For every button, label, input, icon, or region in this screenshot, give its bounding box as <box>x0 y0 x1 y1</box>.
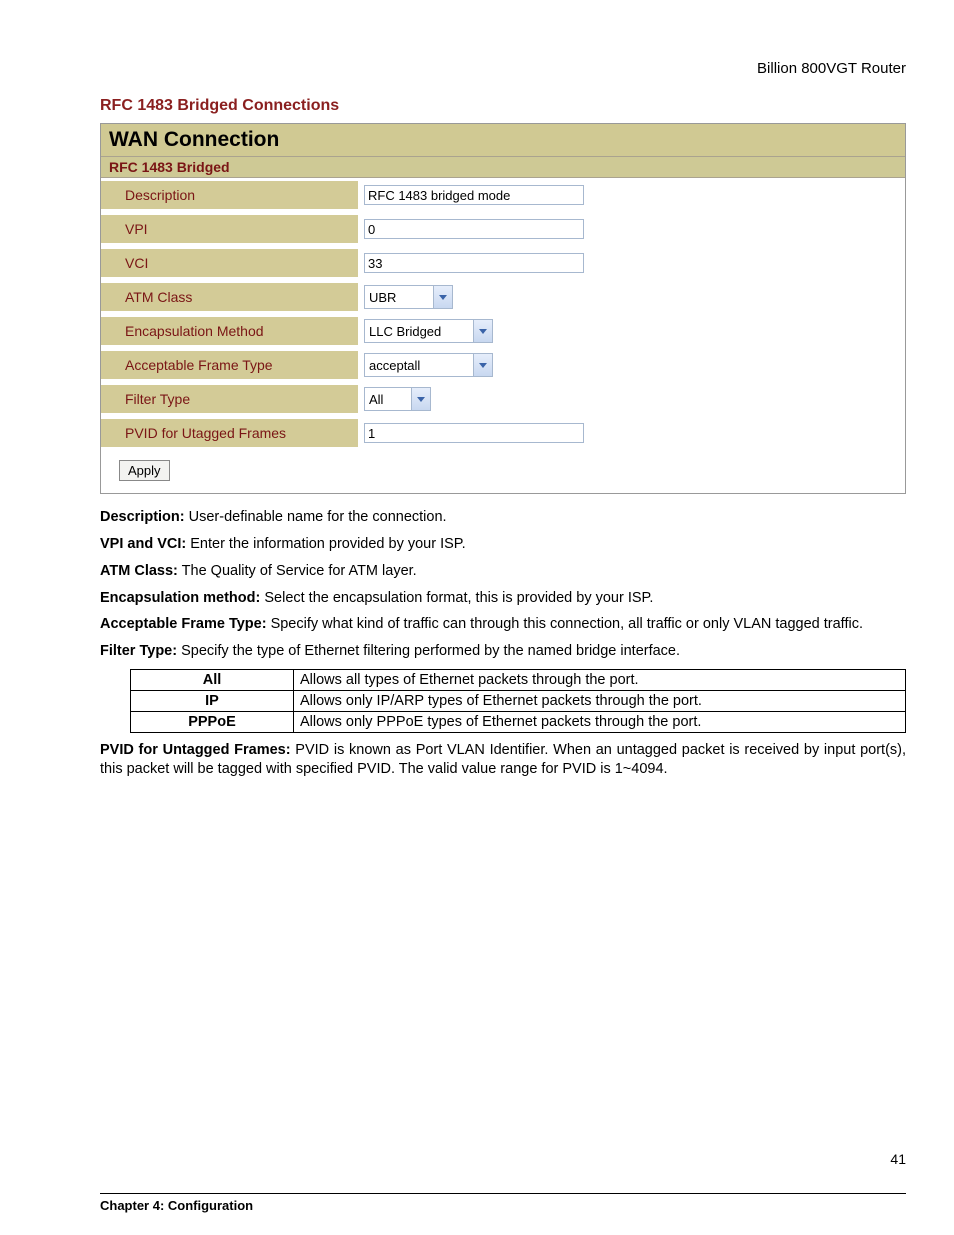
label-frame-type: Acceptable Frame Type <box>101 357 358 373</box>
desc-atm-class: ATM Class: The Quality of Service for AT… <box>100 562 906 581</box>
router-name-header: Billion 800VGT Router <box>100 60 906 77</box>
row-description: Description <box>101 178 905 212</box>
chevron-down-icon <box>473 354 492 376</box>
desc-vpi-vci-text: Enter the information provided by your I… <box>186 536 465 552</box>
encap-select[interactable]: LLC Bridged <box>364 319 493 343</box>
row-pvid: PVID for Utagged Frames <box>101 416 905 450</box>
label-filter-type: Filter Type <box>101 391 358 407</box>
desc-frame-type: Acceptable Frame Type: Specify what kind… <box>100 615 906 634</box>
frame-type-select[interactable]: acceptall <box>364 353 493 377</box>
desc-frame-type-key: Acceptable Frame Type: <box>100 616 267 632</box>
table-row: PPPoE Allows only PPPoE types of Etherne… <box>131 712 906 733</box>
section-title: RFC 1483 Bridged Connections <box>100 97 906 115</box>
label-vpi: VPI <box>101 221 358 237</box>
table-row: All Allows all types of Ethernet packets… <box>131 670 906 691</box>
pvid-input[interactable] <box>364 423 584 443</box>
frame-type-value: acceptall <box>365 358 473 373</box>
row-vpi: VPI <box>101 212 905 246</box>
filter-desc-all: Allows all types of Ethernet packets thr… <box>294 670 906 691</box>
label-pvid: PVID for Utagged Frames <box>101 425 358 441</box>
label-encap: Encapsulation Method <box>101 323 358 339</box>
label-description: Description <box>101 187 358 203</box>
apply-button[interactable]: Apply <box>119 460 170 481</box>
chevron-down-icon <box>433 286 452 308</box>
desc-frame-type-text: Specify what kind of traffic can through… <box>267 616 863 632</box>
desc-filter-type: Filter Type: Specify the type of Etherne… <box>100 642 906 661</box>
encap-value: LLC Bridged <box>365 324 473 339</box>
desc-encap-key: Encapsulation method: <box>100 590 260 606</box>
desc-pvid-key: PVID for Untagged Frames: <box>100 742 291 758</box>
label-atm-class: ATM Class <box>101 289 358 305</box>
description-input[interactable] <box>364 185 584 205</box>
desc-filter-type-text: Specify the type of Ethernet filtering p… <box>177 643 680 659</box>
desc-vpi-vci: VPI and VCI: Enter the information provi… <box>100 535 906 554</box>
page-number: 41 <box>890 1151 906 1167</box>
desc-pvid: PVID for Untagged Frames: PVID is known … <box>100 741 906 779</box>
desc-vpi-vci-key: VPI and VCI: <box>100 536 186 552</box>
row-encap: Encapsulation Method LLC Bridged <box>101 314 905 348</box>
row-atm-class: ATM Class UBR <box>101 280 905 314</box>
desc-atm-class-key: ATM Class: <box>100 563 178 579</box>
desc-encap: Encapsulation method: Select the encapsu… <box>100 589 906 608</box>
row-filter-type: Filter Type All <box>101 382 905 416</box>
table-row: IP Allows only IP/ARP types of Ethernet … <box>131 691 906 712</box>
desc-description: Description: User-definable name for the… <box>100 508 906 527</box>
filter-desc-pppoe: Allows only PPPoE types of Ethernet pack… <box>294 712 906 733</box>
filter-type-table: All Allows all types of Ethernet packets… <box>130 669 906 733</box>
filter-type-select[interactable]: All <box>364 387 431 411</box>
row-vci: VCI <box>101 246 905 280</box>
chapter-label: Chapter 4: Configuration <box>100 1198 253 1213</box>
atm-class-select[interactable]: UBR <box>364 285 453 309</box>
filter-key-ip: IP <box>131 691 294 712</box>
vpi-input[interactable] <box>364 219 584 239</box>
row-frame-type: Acceptable Frame Type acceptall <box>101 348 905 382</box>
desc-description-text: User-definable name for the connection. <box>185 509 447 525</box>
chevron-down-icon <box>473 320 492 342</box>
desc-atm-class-text: The Quality of Service for ATM layer. <box>178 563 417 579</box>
filter-desc-ip: Allows only IP/ARP types of Ethernet pac… <box>294 691 906 712</box>
chevron-down-icon <box>411 388 430 410</box>
desc-filter-type-key: Filter Type: <box>100 643 177 659</box>
desc-encap-text: Select the encapsulation format, this is… <box>260 590 653 606</box>
panel-main-title: WAN Connection <box>109 128 279 151</box>
label-vci: VCI <box>101 255 358 271</box>
wan-connection-panel: WAN Connection RFC 1483 Bridged Descript… <box>100 123 906 494</box>
panel-sub-title: RFC 1483 Bridged <box>101 157 905 178</box>
desc-description-key: Description: <box>100 509 185 525</box>
vci-input[interactable] <box>364 253 584 273</box>
filter-key-pppoe: PPPoE <box>131 712 294 733</box>
filter-key-all: All <box>131 670 294 691</box>
filter-type-value: All <box>365 392 411 407</box>
page-footer: 41 Chapter 4: Configuration <box>100 1175 906 1213</box>
atm-class-value: UBR <box>365 290 433 305</box>
